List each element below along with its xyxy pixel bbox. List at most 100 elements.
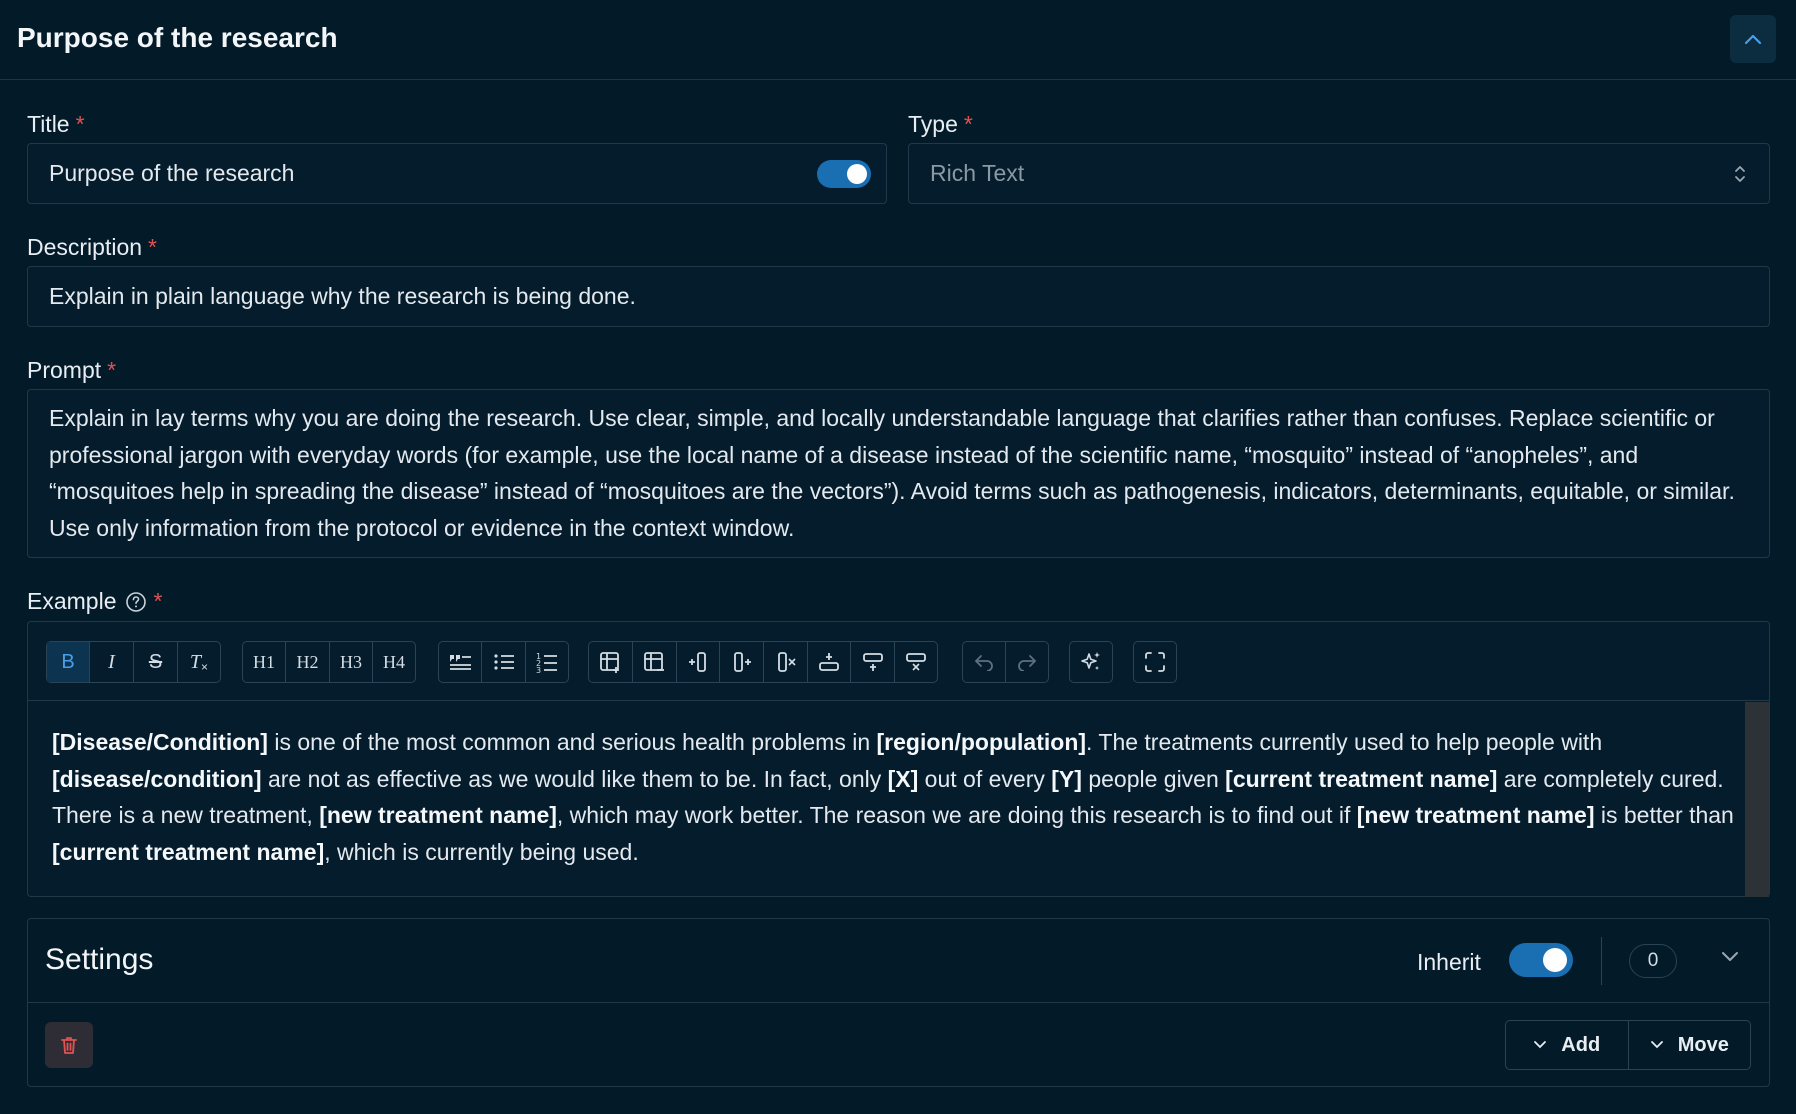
- add-column-before-button[interactable]: [677, 642, 720, 682]
- title-label-text: Title: [27, 111, 70, 137]
- toggle-knob: [1543, 948, 1567, 972]
- prompt-textarea[interactable]: Explain in lay terms why you are doing t…: [27, 389, 1770, 558]
- redo-button[interactable]: [1006, 642, 1048, 682]
- delete-table-icon: [643, 652, 664, 671]
- undo-icon: [974, 655, 993, 671]
- prompt-label: Prompt *: [27, 357, 116, 384]
- add-column-after-button[interactable]: [720, 642, 764, 682]
- undo-button[interactable]: [963, 642, 1006, 682]
- ordered-list-button[interactable]: 123: [526, 642, 568, 682]
- heading-2-button[interactable]: H2: [286, 642, 330, 682]
- editor-text-run: out of every: [918, 765, 1052, 792]
- add-button[interactable]: Add: [1506, 1021, 1629, 1069]
- blockquote-button[interactable]: [439, 642, 482, 682]
- add-row-before-button[interactable]: [808, 642, 851, 682]
- chevron-up-icon: [1744, 34, 1762, 45]
- description-input-value: Explain in plain language why the resear…: [49, 283, 636, 309]
- action-button-group: Add Move: [1505, 1020, 1751, 1070]
- editor-text-run: . The treatments currently used to help …: [1086, 729, 1603, 755]
- move-button[interactable]: Move: [1629, 1021, 1751, 1069]
- clear-format-button[interactable]: T ×: [178, 642, 220, 682]
- fullscreen-icon: [1145, 652, 1165, 672]
- delete-button[interactable]: [45, 1022, 93, 1068]
- select-updown-icon: [1735, 166, 1745, 182]
- description-label-text: Description: [27, 234, 143, 260]
- heading-4-button[interactable]: H4: [373, 642, 415, 682]
- placeholder-token: [Disease/Condition]: [52, 729, 268, 755]
- placeholder-token: [disease/condition]: [52, 765, 262, 792]
- view-group: [1133, 641, 1177, 683]
- add-row-after-button[interactable]: [851, 642, 895, 682]
- text-format-group: B I S T ×: [46, 641, 221, 683]
- example-label-text: Example: [27, 588, 117, 614]
- title-input-value: Purpose of the research: [49, 160, 295, 186]
- placeholder-token: [X]: [887, 765, 919, 792]
- title-label: Title *: [27, 111, 85, 138]
- settings-title: Settings: [45, 943, 154, 976]
- inherit-label: Inherit: [1417, 949, 1481, 975]
- add-button-label: Add: [1561, 1033, 1601, 1056]
- type-select[interactable]: Rich Text: [908, 143, 1770, 204]
- delete-table-button[interactable]: [633, 642, 677, 682]
- type-label: Type *: [908, 111, 973, 138]
- editor-text-run: are not as effective as we would like th…: [261, 765, 888, 792]
- description-input[interactable]: Explain in plain language why the resear…: [27, 266, 1770, 327]
- trash-icon: [61, 1037, 77, 1054]
- chevron-down-icon[interactable]: [1720, 949, 1740, 963]
- editor-scrollbar[interactable]: [1745, 702, 1769, 897]
- add-column-after-icon: [733, 652, 751, 672]
- placeholder-token: [current treatment name]: [52, 838, 325, 865]
- delete-row-button[interactable]: [895, 642, 937, 682]
- required-marker: *: [148, 234, 157, 260]
- placeholder-token: [region/population]: [876, 729, 1087, 755]
- bullet-list-button[interactable]: [482, 642, 526, 682]
- editor-text-run: is one of the most common and serious he…: [267, 729, 877, 755]
- description-label: Description *: [27, 234, 157, 261]
- placeholder-token: [new treatment name]: [319, 802, 557, 828]
- required-marker: *: [153, 588, 163, 614]
- title-input[interactable]: Purpose of the research: [27, 143, 887, 204]
- ai-assist-button[interactable]: [1070, 642, 1112, 682]
- redo-icon: [1018, 655, 1037, 671]
- required-marker: *: [963, 111, 973, 137]
- chevron-down-icon: [1534, 1041, 1547, 1049]
- clear-format-icon: T: [189, 650, 202, 673]
- bold-button[interactable]: B: [47, 642, 90, 682]
- header-divider: [1601, 937, 1602, 985]
- ordered-list-icon: 123: [536, 652, 557, 673]
- svg-text:3: 3: [536, 666, 541, 673]
- move-button-label: Move: [1677, 1033, 1729, 1056]
- prompt-label-text: Prompt: [27, 357, 102, 383]
- rich-text-editor: B I S T × H1 H2 H3 H4 123 [Disease/Condi…: [27, 621, 1770, 897]
- strikethrough-button[interactable]: S: [134, 642, 178, 682]
- placeholder-token: [current treatment name]: [1225, 765, 1498, 792]
- insert-table-icon: [599, 652, 619, 673]
- blockquote-icon: [450, 655, 471, 670]
- count-badge: 0: [1629, 944, 1677, 978]
- required-marker: *: [75, 111, 85, 137]
- add-column-before-icon: [689, 652, 706, 672]
- italic-button[interactable]: I: [90, 642, 134, 682]
- heading-1-button[interactable]: H1: [243, 642, 286, 682]
- history-group: [962, 641, 1049, 683]
- editor-content-area[interactable]: [Disease/Condition] is one of the most c…: [52, 724, 1742, 870]
- fullscreen-button[interactable]: [1134, 642, 1176, 682]
- required-marker: *: [107, 357, 117, 383]
- section-title: Purpose of the research: [17, 22, 338, 53]
- editor-toolbar: B I S T × H1 H2 H3 H4 123: [28, 622, 1769, 701]
- inherit-toggle[interactable]: [1509, 943, 1573, 977]
- chevron-down-icon: [1650, 1041, 1663, 1049]
- delete-column-button[interactable]: [764, 642, 808, 682]
- block-group: 123: [438, 641, 569, 683]
- help-icon[interactable]: [125, 591, 147, 613]
- delete-row-icon: [906, 653, 926, 671]
- collapse-section-button[interactable]: [1730, 15, 1776, 63]
- editor-text-run: people given: [1081, 765, 1226, 792]
- example-label: Example *: [27, 588, 162, 615]
- bullet-list-icon: [493, 654, 514, 670]
- title-toggle[interactable]: [817, 160, 871, 188]
- settings-header: Settings Inherit 0: [28, 919, 1769, 1003]
- heading-3-button[interactable]: H3: [330, 642, 373, 682]
- toggle-knob: [847, 164, 867, 184]
- insert-table-button[interactable]: [589, 642, 633, 682]
